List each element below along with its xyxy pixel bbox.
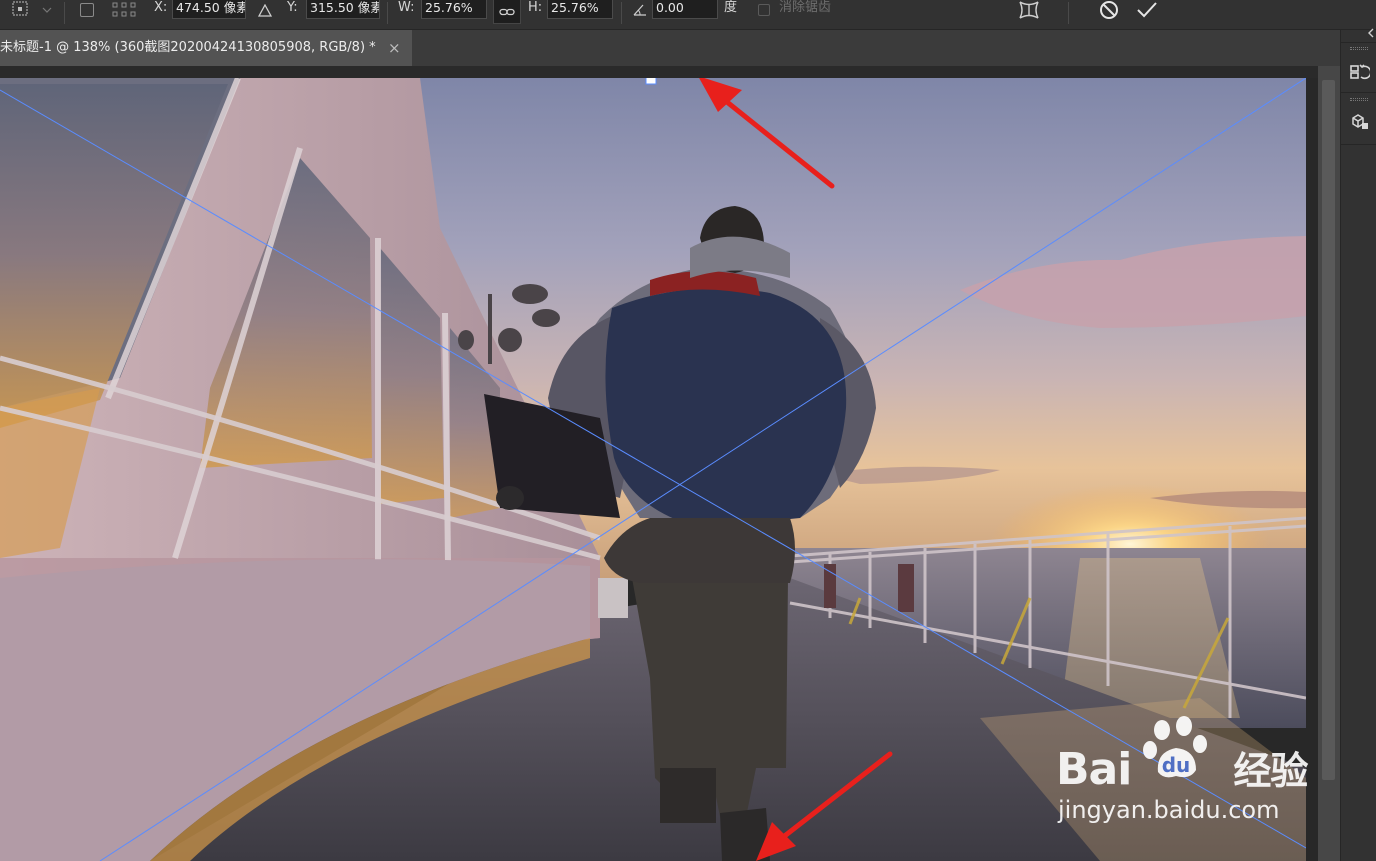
chevron-down-icon[interactable]	[40, 0, 54, 20]
chevron-left-icon	[1368, 28, 1374, 38]
free-transform-options-bar: X: 474.50 像素 Y: 315.50 像素 W: 25.76% H: 2…	[0, 0, 1376, 30]
document-title: 未标题-1 @ 138% (360截图20200424130805908, RG…	[0, 40, 376, 55]
history-panel-button[interactable]	[1345, 58, 1373, 86]
separator	[64, 2, 65, 24]
cube-icon	[1352, 114, 1368, 129]
maintain-aspect-ratio-button[interactable]	[493, 0, 521, 24]
history-icon	[1350, 64, 1370, 80]
panel-grip[interactable]	[1350, 98, 1368, 101]
document-canvas-image[interactable]	[0, 78, 1306, 861]
y-label: Y:	[287, 0, 298, 15]
separator	[1068, 2, 1069, 24]
cancel-icon	[1100, 1, 1118, 19]
x-position-field[interactable]: 474.50 像素	[172, 0, 246, 19]
right-panel-dock	[1340, 28, 1376, 861]
ship-deck-sunset-photo	[0, 78, 1306, 861]
cancel-transform-button[interactable]	[1096, 0, 1122, 20]
photoshop-window: X: 474.50 像素 Y: 315.50 像素 W: 25.76% H: 2…	[0, 0, 1376, 861]
rotation-field[interactable]: 0.00	[652, 0, 718, 19]
height-field[interactable]: 25.76%	[547, 0, 613, 19]
separator	[621, 2, 622, 24]
y-position-field[interactable]: 315.50 像素	[306, 0, 380, 19]
reference-point-checkbox[interactable]	[78, 0, 96, 20]
tab-document[interactable]: 未标题-1 @ 138% (360截图20200424130805908, RG…	[0, 30, 412, 66]
panel-grip[interactable]	[1350, 47, 1368, 50]
canvas-top-edge	[0, 66, 1318, 78]
antialias-checkbox[interactable]	[756, 0, 772, 20]
delta-icon[interactable]	[256, 0, 274, 20]
reference-point-icon[interactable]	[8, 0, 32, 20]
3d-panel-button[interactable]	[1345, 108, 1373, 136]
separator	[1341, 144, 1376, 145]
checkbox-box	[80, 3, 94, 17]
separator	[387, 2, 388, 24]
scrollbar-thumb[interactable]	[1322, 80, 1335, 780]
collapse-panels-button[interactable]	[1365, 26, 1376, 40]
separator	[1341, 92, 1376, 93]
rotate-angle-icon	[630, 0, 650, 20]
vertical-scrollbar[interactable]	[1318, 66, 1340, 861]
antialias-label: 消除锯齿	[779, 0, 832, 15]
separator	[1341, 42, 1376, 43]
chain-link-icon	[499, 8, 515, 15]
h-label: H:	[528, 0, 543, 15]
checkbox-box	[758, 4, 770, 16]
w-label: W:	[398, 0, 415, 15]
commit-transform-button[interactable]	[1134, 0, 1160, 20]
x-label: X:	[154, 0, 168, 15]
warp-mode-icon[interactable]	[1014, 0, 1044, 20]
close-icon[interactable]: ×	[388, 30, 401, 66]
width-field[interactable]: 25.76%	[421, 0, 487, 19]
angle-unit-label: 度	[724, 0, 738, 15]
checkmark-icon	[1137, 2, 1157, 18]
reference-grid-icon[interactable]	[108, 0, 140, 20]
document-tab-bar: 未标题-1 @ 138% (360截图20200424130805908, RG…	[0, 30, 1340, 66]
